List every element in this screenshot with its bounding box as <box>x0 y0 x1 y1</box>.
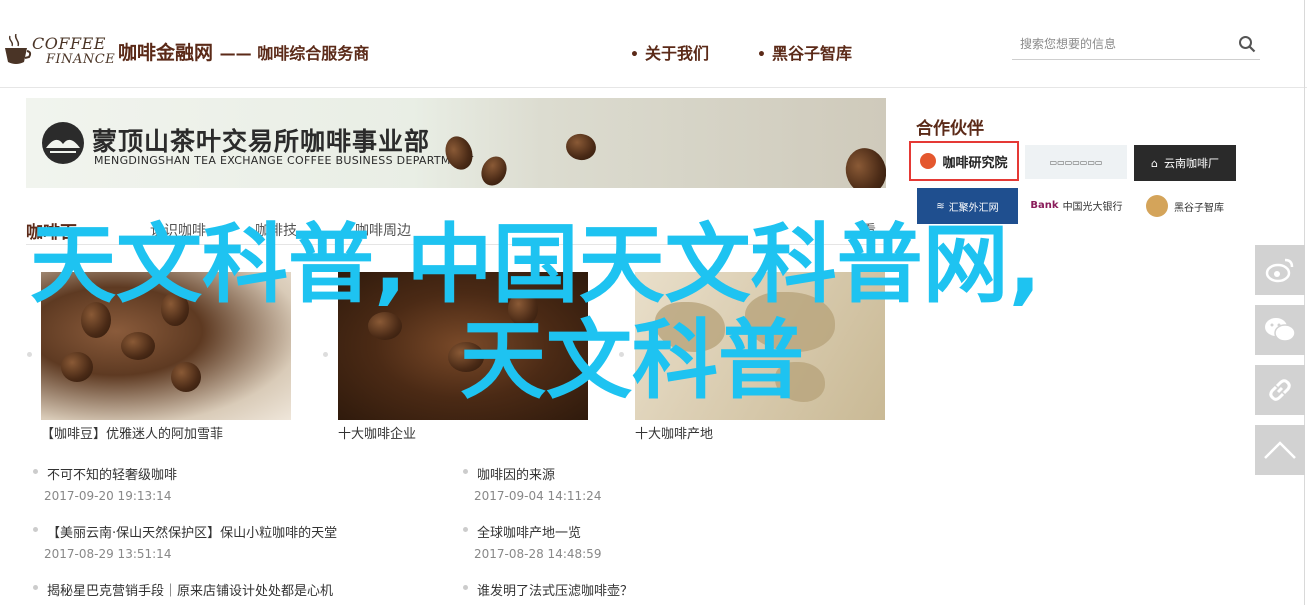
list-bullet <box>463 527 468 532</box>
article-title[interactable]: 全球咖啡产地一览 <box>477 522 581 541</box>
article-date: 2017-08-29 13:51:14 <box>44 547 172 561</box>
share-wechat-button[interactable] <box>1255 305 1305 355</box>
bank-prefix: Bank <box>1030 199 1059 211</box>
coffee-bean-decor <box>840 143 886 188</box>
coffee-bean-decor <box>171 362 201 392</box>
coffee-bean-decor <box>440 132 478 174</box>
site-slogan: —— 咖啡综合服务商 <box>219 44 370 63</box>
article-title[interactable]: 谁发明了法式压滤咖啡壶？ <box>477 580 633 599</box>
coffee-cup-icon <box>5 34 32 64</box>
partners-title: 合作伙伴 <box>916 119 984 139</box>
search-box <box>1012 28 1260 60</box>
tea-exchange-emblem-icon <box>42 122 84 164</box>
watermark-text-line2: 天文科普 <box>460 311 804 411</box>
article-title[interactable]: 【美丽云南·保山天然保护区】保山小粒咖啡的天堂 <box>47 522 337 541</box>
search-input[interactable] <box>1020 34 1225 54</box>
nav-label-think-tank: 黑谷子智库 <box>771 44 852 63</box>
coffee-bean-decor <box>61 352 93 382</box>
site-name: 咖啡金融网 <box>118 42 214 64</box>
article-title[interactable]: 不可不知的轻奢级咖啡 <box>47 464 177 483</box>
carousel-dot[interactable] <box>27 352 32 357</box>
site-title: 咖啡金融网 —— 咖啡综合服务商 <box>118 38 369 65</box>
search-icon[interactable] <box>1238 35 1256 53</box>
weibo-icon <box>1265 258 1294 283</box>
partner-label: 中国光大银行 <box>1062 201 1123 213</box>
partner-logo-graphic: ▭▭▭▭▭▭▭ <box>1049 157 1103 167</box>
partner-logo-heiguzi[interactable]: 黑谷子智库 <box>1134 190 1236 222</box>
nav-item-about[interactable]: • 关于我们 <box>630 40 709 64</box>
list-bullet <box>33 469 38 474</box>
article-title[interactable]: 咖啡因的来源 <box>477 464 555 483</box>
banner-ad[interactable]: 蒙顶山茶叶交易所咖啡事业部 MENGDINGSHAN TEA EXCHANGE … <box>26 98 886 188</box>
partner-label: 咖啡研究院 <box>942 155 1008 171</box>
article-date: 2017-09-20 19:13:14 <box>44 489 172 503</box>
list-bullet <box>463 469 468 474</box>
forex-logo-icon: ≋ <box>936 200 945 212</box>
watermark-text-line1: 天文科普,中国天文科普网, <box>30 215 1042 315</box>
partner-label: 云南咖啡厂 <box>1163 157 1219 170</box>
nav-label-about: 关于我们 <box>644 44 709 63</box>
link-icon <box>1269 379 1291 401</box>
partner-label: 黑谷子智库 <box>1174 202 1224 214</box>
coffee-bean-decor <box>563 131 599 163</box>
article-date: 2017-08-28 14:48:59 <box>474 547 602 561</box>
back-to-top-button[interactable] <box>1255 425 1305 475</box>
share-weibo-button[interactable] <box>1255 245 1305 295</box>
article-title[interactable]: 揭秘星巴克营销手段｜原来店铺设计处处都是心机 <box>47 580 333 599</box>
partner-logo-placeholder[interactable]: ▭▭▭▭▭▭▭ <box>1025 145 1127 179</box>
banner-title-cn: 蒙顶山茶叶交易所咖啡事业部 <box>92 127 431 156</box>
coffee-institute-icon <box>920 153 937 169</box>
copy-link-button[interactable] <box>1255 365 1305 415</box>
coffee-bean-decor <box>368 312 402 340</box>
card-caption[interactable]: 十大咖啡企业 <box>338 423 416 442</box>
back-to-top-icon <box>1264 441 1296 459</box>
site-header: COFFEE FINANCE 咖啡金融网 —— 咖啡综合服务商 • 关于我们 • 黑… <box>0 0 1307 88</box>
wechat-icon <box>1265 318 1296 342</box>
nav-bullet: • <box>757 47 766 63</box>
logo-word-finance: FINANCE <box>46 52 116 67</box>
partner-logo-yunnan-coffee[interactable]: ⌂ 云南咖啡厂 <box>1134 145 1236 181</box>
yunnan-coffee-icon: ⌂ <box>1151 156 1158 170</box>
list-bullet <box>33 585 38 590</box>
nav-bullet: • <box>630 47 639 63</box>
heiguzi-icon <box>1146 195 1168 217</box>
article-date: 2017-09-04 14:11:24 <box>474 489 602 503</box>
site-logo[interactable]: COFFEE FINANCE <box>2 14 115 70</box>
banner-title-en: MENGDINGSHAN TEA EXCHANGE COFFEE BUSINES… <box>94 154 474 167</box>
card-caption[interactable]: 十大咖啡产地 <box>635 423 713 442</box>
page-right-border <box>1304 0 1305 605</box>
carousel-dot[interactable] <box>323 352 328 357</box>
partner-logo-coffee-institute[interactable]: 咖啡研究院 <box>909 141 1019 181</box>
nav-item-think-tank[interactable]: • 黑谷子智库 <box>757 40 852 64</box>
coffee-bean-decor <box>121 332 155 360</box>
list-bullet <box>463 585 468 590</box>
coffee-bean-decor <box>476 152 512 188</box>
partner-label: 汇聚外汇网 <box>948 202 999 214</box>
logo-word-coffee: COFFEE <box>32 34 106 53</box>
list-bullet <box>33 527 38 532</box>
card-caption[interactable]: 【咖啡豆】优雅迷人的阿加雪菲 <box>41 423 223 442</box>
